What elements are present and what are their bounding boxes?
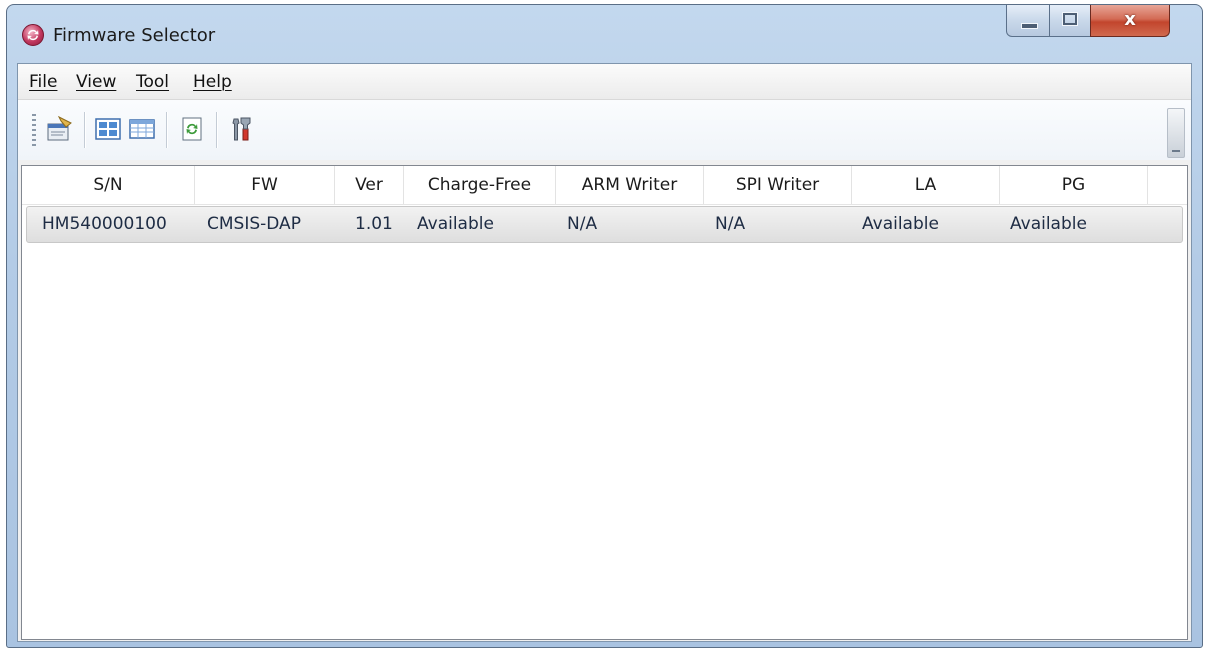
device-list[interactable]: S/N FW Ver Charge-Free ARM Writer SPI Wr… xyxy=(21,165,1188,640)
cell-sn: HM540000100 xyxy=(42,214,167,234)
minimize-button[interactable] xyxy=(1006,5,1050,37)
column-header-sn[interactable]: S/N xyxy=(22,166,195,204)
large-icons-view-icon xyxy=(95,118,121,140)
list-header: S/N FW Ver Charge-Free ARM Writer SPI Wr… xyxy=(22,166,1187,205)
menu-tool[interactable]: Tool xyxy=(136,72,169,92)
cell-charge-free: Available xyxy=(417,214,494,234)
menu-file[interactable]: File xyxy=(29,72,57,92)
cell-pg: Available xyxy=(1010,214,1087,234)
window-title: Firmware Selector xyxy=(53,25,216,46)
column-header-arm-writer[interactable]: ARM Writer xyxy=(556,166,704,204)
toolbar-separator xyxy=(84,112,85,148)
close-button[interactable]: x xyxy=(1090,5,1170,37)
details-view-icon xyxy=(129,119,155,139)
close-icon: x xyxy=(1124,9,1136,30)
toolbar-separator xyxy=(166,112,167,148)
app-window: Firmware Selector x File View Tool Help xyxy=(6,4,1203,648)
maximize-button[interactable] xyxy=(1049,5,1091,37)
refresh-icon xyxy=(182,117,202,141)
table-row[interactable]: HM540000100 CMSIS-DAP 1.01 Available N/A… xyxy=(26,206,1183,243)
column-header-charge-free[interactable]: Charge-Free xyxy=(404,166,556,204)
toolbar xyxy=(18,100,1191,160)
title-bar[interactable]: Firmware Selector x xyxy=(7,5,1202,63)
overflow-chevron-icon xyxy=(1172,150,1180,152)
refresh-button[interactable] xyxy=(175,112,209,146)
details-view-button[interactable] xyxy=(125,112,159,146)
cell-arm-writer: N/A xyxy=(567,214,598,234)
firmware-selector-app-icon[interactable] xyxy=(22,24,44,46)
column-header-la[interactable]: LA xyxy=(852,166,1000,204)
properties-icon xyxy=(47,115,72,141)
column-header-ver[interactable]: Ver xyxy=(335,166,404,204)
column-header-filler xyxy=(1148,166,1187,204)
client-area: File View Tool Help S/N FW Ver Charge-Fr… xyxy=(17,63,1192,642)
minimize-icon xyxy=(1021,23,1038,29)
toolbar-separator xyxy=(216,112,217,148)
properties-button[interactable] xyxy=(42,112,76,146)
maximize-icon xyxy=(1062,12,1078,26)
column-header-spi-writer[interactable]: SPI Writer xyxy=(704,166,852,204)
cell-spi-writer: N/A xyxy=(715,214,746,234)
toolbar-overflow-button[interactable] xyxy=(1167,108,1185,158)
tools-button[interactable] xyxy=(225,112,259,146)
cell-fw: CMSIS-DAP xyxy=(207,214,301,234)
menu-help[interactable]: Help xyxy=(193,72,232,92)
cell-la: Available xyxy=(862,214,939,234)
column-header-fw[interactable]: FW xyxy=(195,166,335,204)
toolbar-grip[interactable] xyxy=(32,114,36,146)
column-header-pg[interactable]: PG xyxy=(1000,166,1148,204)
menu-view[interactable]: View xyxy=(76,72,116,92)
menu-bar: File View Tool Help xyxy=(18,64,1191,100)
large-icons-view-button[interactable] xyxy=(91,112,125,146)
tools-icon xyxy=(232,117,251,141)
cell-ver: 1.01 xyxy=(355,214,393,234)
